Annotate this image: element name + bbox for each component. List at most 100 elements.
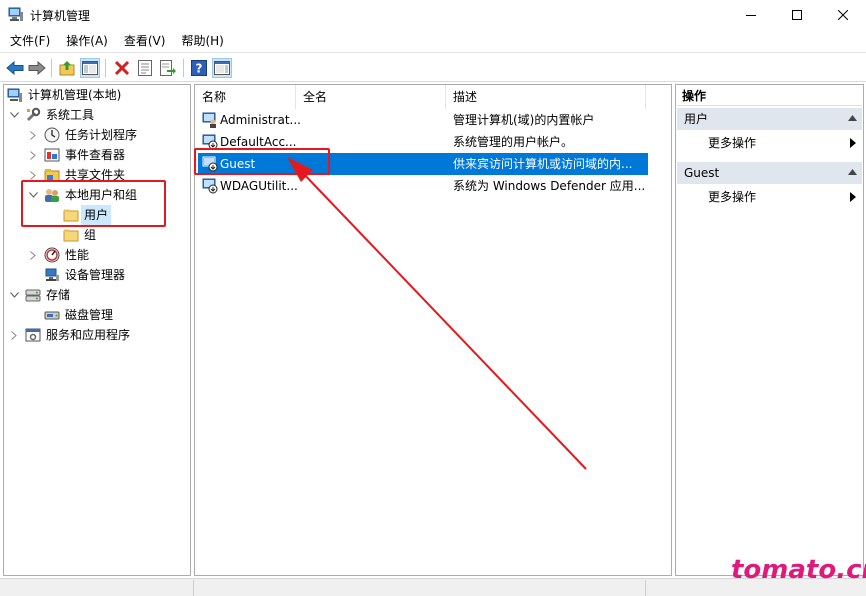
back-arrow-icon [6, 61, 24, 75]
tree-item-performance[interactable]: 性能 [4, 245, 190, 265]
status-divider [645, 580, 646, 596]
close-icon [838, 10, 848, 20]
show-hide-action-pane-button[interactable] [212, 58, 232, 78]
tools-icon [26, 107, 41, 122]
disk-management-icon [44, 311, 60, 320]
user-description: 管理计算机(域)的内置帐户 [453, 113, 595, 127]
menu-bar: 文件(F) 操作(A) 查看(V) 帮助(H) [0, 30, 866, 52]
tree-label: 磁盘管理 [65, 308, 114, 322]
properties-icon [138, 60, 152, 76]
tree-item-services-apps[interactable]: 服务和应用程序 [4, 325, 190, 345]
tree-item-device-manager[interactable]: 设备管理器 [4, 265, 190, 285]
help-button[interactable]: ? [189, 58, 209, 78]
forward-arrow-icon [28, 61, 46, 75]
tree-item-groups[interactable]: 组 [4, 225, 190, 245]
menu-action[interactable]: 操作(A) [58, 30, 116, 52]
disabled-user-icon [202, 178, 218, 194]
show-hide-tree-button[interactable] [80, 58, 100, 78]
expand-chevron-icon[interactable] [8, 325, 20, 345]
user-account-icon [202, 112, 216, 128]
help-icon: ? [191, 60, 207, 76]
forward-button[interactable] [27, 58, 47, 78]
user-name: WDAGUtilit... [220, 179, 298, 193]
column-header-fullname[interactable]: 全名 [296, 85, 446, 109]
properties-button[interactable] [135, 58, 155, 78]
device-manager-icon [45, 268, 59, 281]
action-label: 更多操作 [708, 136, 757, 150]
action-label: 更多操作 [708, 190, 757, 204]
actions-section-guest[interactable]: Guest [677, 162, 862, 184]
menu-view[interactable]: 查看(V) [116, 30, 174, 52]
export-list-icon [160, 60, 176, 76]
tree-item-event-viewer[interactable]: 事件查看器 [4, 145, 190, 165]
expand-chevron-icon[interactable] [27, 245, 39, 265]
submenu-arrow-icon [850, 138, 856, 148]
more-actions-users[interactable]: 更多操作 [677, 132, 862, 154]
list-item[interactable]: Administrat... 管理计算机(域)的内置帐户 [198, 109, 648, 131]
status-divider [193, 580, 194, 596]
up-level-button[interactable] [57, 58, 77, 78]
toolbar-separator [51, 59, 52, 77]
window-title: 计算机管理 [30, 9, 91, 23]
tree-label: 计算机管理(本地) [28, 88, 122, 102]
tree-label: 事件查看器 [65, 148, 126, 162]
services-icon [25, 328, 41, 342]
delete-icon [114, 60, 130, 76]
user-description: 系统为 Windows Defender 应用... [453, 179, 646, 193]
tree-label: 系统工具 [46, 108, 95, 122]
tree-label: 性能 [65, 248, 90, 262]
minimize-icon [746, 15, 756, 16]
submenu-arrow-icon [850, 192, 856, 202]
show-hide-tree-icon [82, 61, 98, 75]
show-hide-action-pane-icon [214, 61, 230, 75]
toolbar-separator [183, 59, 184, 77]
tree-item-root[interactable]: 计算机管理(本地) [4, 85, 190, 105]
minimize-button[interactable] [728, 0, 774, 30]
expand-chevron-icon[interactable] [27, 125, 39, 145]
annotation-box-local-users [21, 180, 166, 227]
back-button[interactable] [5, 58, 25, 78]
maximize-button[interactable] [774, 0, 820, 30]
tree-item-task-scheduler[interactable]: 任务计划程序 [4, 125, 190, 145]
user-description: 供来宾访问计算机或访问域的内... [453, 157, 633, 171]
tree-label: 存储 [46, 288, 71, 302]
title-bar: 计算机管理 [0, 0, 866, 30]
collapse-triangle-icon [848, 169, 857, 175]
clock-icon [44, 127, 60, 143]
folder-icon [63, 229, 79, 242]
toolbar-separator [105, 59, 106, 77]
collapse-chevron-icon[interactable] [8, 285, 20, 305]
close-button[interactable] [820, 0, 866, 30]
collapse-triangle-icon [848, 115, 857, 121]
tree-label: 组 [84, 228, 97, 242]
console-tree-pane: 计算机管理(本地) 系统工具 任务计划程序 事件查看器 共享文件夹 本地用户和组… [3, 84, 191, 576]
collapse-chevron-icon[interactable] [8, 105, 20, 125]
tree-item-storage[interactable]: 存储 [4, 285, 190, 305]
column-header-description[interactable]: 描述 [446, 85, 646, 109]
tree-label: 服务和应用程序 [46, 328, 131, 342]
more-actions-guest[interactable]: 更多操作 [677, 186, 862, 208]
performance-icon [44, 247, 60, 263]
export-list-button[interactable] [158, 58, 178, 78]
svg-text:?: ? [196, 62, 203, 76]
column-header-name[interactable]: 名称 [195, 85, 296, 109]
user-name: Administrat... [220, 113, 300, 127]
computer-management-icon [8, 7, 23, 21]
tree-item-disk-management[interactable]: 磁盘管理 [4, 305, 190, 325]
user-description: 系统管理的用户帐户。 [453, 135, 574, 149]
actions-section-users[interactable]: 用户 [677, 108, 862, 130]
up-folder-icon [59, 61, 75, 76]
section-label: Guest [684, 166, 720, 180]
tree-item-system-tools[interactable]: 系统工具 [4, 105, 190, 125]
menu-help[interactable]: 帮助(H) [173, 30, 231, 52]
expand-chevron-icon[interactable] [27, 145, 39, 165]
menu-file[interactable]: 文件(F) [0, 30, 58, 52]
actions-title: 操作 [677, 86, 862, 106]
watermark: tomato.cm [731, 555, 866, 585]
storage-icon [25, 289, 41, 302]
tree-label: 设备管理器 [65, 268, 126, 282]
tree-label: 任务计划程序 [65, 128, 138, 142]
delete-button[interactable] [112, 58, 132, 78]
actions-pane: 操作 用户 更多操作 Guest 更多操作 [675, 84, 864, 576]
list-item[interactable]: WDAGUtilit... 系统为 Windows Defender 应用... [198, 175, 648, 197]
